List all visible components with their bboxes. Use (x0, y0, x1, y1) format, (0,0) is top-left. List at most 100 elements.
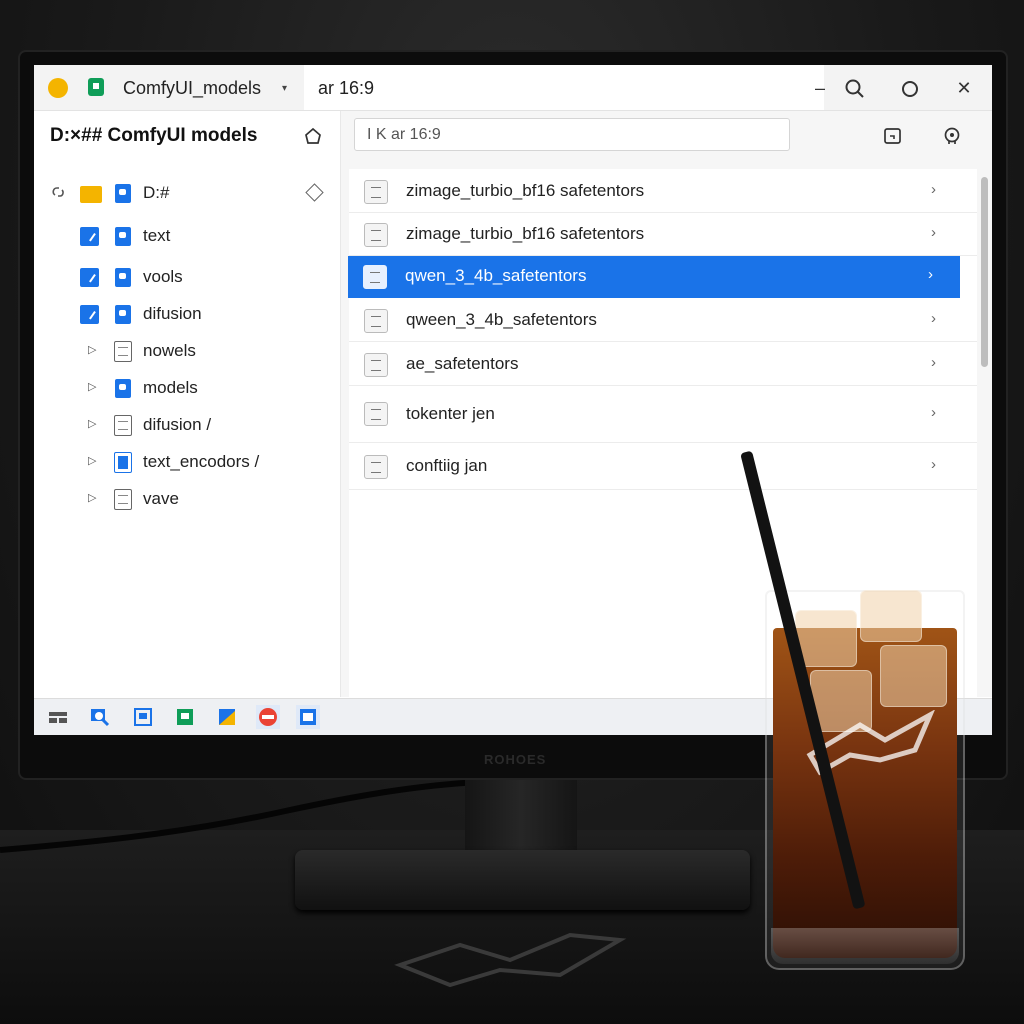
title-bar: ComfyUI_models ▾ ar 16:9 – ✕ (34, 65, 992, 111)
tree-item-vools[interactable]: vools (34, 260, 340, 294)
chevron-right-icon[interactable]: › (928, 266, 933, 283)
ice-cube (795, 610, 857, 667)
browser-app-icon[interactable] (256, 705, 280, 729)
folder-blue-icon (115, 379, 131, 398)
expand-arrow-icon[interactable]: ▷ (88, 491, 96, 504)
minimize-button[interactable]: – (802, 73, 838, 103)
file-name: zimage_turbio_bf16 safetentors (406, 181, 645, 200)
checkbox[interactable] (80, 305, 99, 324)
close-button[interactable]: ✕ (946, 73, 982, 103)
folder-blue-icon (115, 227, 131, 246)
scrollbar[interactable] (981, 177, 988, 367)
file-name: ae_safetentors (406, 354, 519, 373)
path-title: D:×## ComfyUI models (50, 125, 258, 146)
settings-icon[interactable] (940, 124, 964, 148)
expand-arrow-icon[interactable]: ▷ (88, 417, 96, 430)
sidebar: D:×## ComfyUI models D:# text vools difu… (34, 111, 341, 697)
tree-label: D:# (143, 183, 170, 202)
file-icon (364, 455, 388, 479)
file-name: qween_3_4b_safetentors (406, 310, 597, 329)
drive-icon (115, 184, 131, 203)
sheets-app-icon[interactable] (173, 705, 197, 729)
checkbox[interactable] (80, 227, 99, 246)
folder-blue-icon (115, 305, 131, 324)
file-row[interactable]: conftiig jan › (349, 443, 977, 490)
crop-icon[interactable] (881, 124, 905, 148)
monitor-neck (465, 778, 577, 858)
tree-label: difusion (143, 304, 202, 323)
search-icon[interactable] (844, 78, 866, 100)
tree-item-difusion[interactable]: difusion (34, 297, 340, 331)
file-icon (364, 353, 388, 377)
tree-label: models (143, 378, 198, 397)
chevron-right-icon[interactable]: › (931, 224, 936, 241)
file-name: zimage_turbio_bf16 safetentors (406, 224, 645, 243)
file-icon (114, 415, 132, 436)
tree-label: nowels (143, 341, 196, 360)
desk-logo-reflection (394, 932, 627, 988)
file-row[interactable]: qween_3_4b_safetentors › (349, 298, 977, 342)
file-name: qwen_3_4b_safetentors (405, 266, 587, 285)
file-row-selected[interactable]: qwen_3_4b_safetentors › (348, 256, 960, 298)
maximize-button[interactable] (899, 78, 921, 100)
file-icon (364, 223, 388, 247)
file-name: tokenter jen (406, 404, 495, 423)
chevron-right-icon[interactable]: › (931, 456, 936, 473)
folder-blue-icon (115, 268, 131, 287)
file-row[interactable]: zimage_turbio_bf16 safetentors › (349, 213, 977, 256)
tree-item-vave[interactable]: ▷ vave (34, 482, 340, 516)
start-icon[interactable] (46, 705, 70, 729)
link-icon (52, 187, 64, 197)
explorer-app-icon[interactable] (296, 705, 320, 729)
file-row[interactable]: zimage_turbio_bf16 safetentors › (349, 169, 977, 213)
tree-label: text (143, 226, 171, 245)
tree-item-nowels[interactable]: ▷ nowels (34, 334, 340, 368)
window-app-icon[interactable] (131, 705, 155, 729)
diamond-icon[interactable] (305, 183, 324, 202)
file-icon (114, 341, 132, 362)
tree-item-text-encodors[interactable]: ▷ text_encodors / (34, 445, 340, 479)
file-icon (364, 402, 388, 426)
expand-arrow-icon[interactable]: ▷ (88, 380, 96, 393)
tree-item-text[interactable]: text (34, 219, 340, 253)
chevron-right-icon[interactable]: › (931, 354, 936, 371)
file-row[interactable]: ae_safetentors › (349, 342, 977, 386)
chevron-right-icon[interactable]: › (931, 181, 936, 198)
file-icon (364, 180, 388, 204)
ice-cube (860, 590, 922, 642)
tree-item-models[interactable]: ▷ models (34, 371, 340, 405)
tree-label: difusion / (143, 415, 212, 434)
search-input[interactable] (354, 118, 790, 151)
checkbox[interactable] (80, 268, 99, 287)
tab-active[interactable] (304, 65, 824, 110)
expand-arrow-icon[interactable]: ▷ (88, 343, 96, 356)
file-icon (114, 489, 132, 510)
status-dot-icon (48, 78, 68, 98)
monitor-brand: ROHOES (484, 752, 547, 767)
tree-label: vave (143, 489, 179, 508)
monitor-stand (295, 850, 750, 910)
search-taskbar-icon[interactable] (88, 705, 112, 729)
file-icon (364, 309, 388, 333)
window-title: ComfyUI_models (123, 78, 262, 98)
folder-outline-icon (114, 452, 132, 473)
app-icon (88, 78, 104, 96)
ice-cube (880, 645, 947, 707)
file-icon (363, 265, 387, 289)
expand-arrow-icon[interactable]: ▷ (88, 454, 96, 467)
tab-label[interactable]: ar 16:9 (318, 78, 374, 99)
chevron-right-icon[interactable]: › (931, 404, 936, 421)
chevron-right-icon[interactable]: › (931, 310, 936, 327)
tree-root[interactable]: D:# (34, 176, 340, 210)
tree-label: vools (143, 267, 183, 286)
chevron-down-icon[interactable]: ▾ (282, 83, 287, 94)
file-row[interactable]: tokenter jen › (349, 386, 977, 443)
home-icon[interactable] (302, 125, 324, 147)
glass-base (771, 928, 959, 964)
tree-label: text_encodors / (143, 452, 260, 471)
folder-icon (80, 186, 102, 203)
photos-app-icon[interactable] (215, 705, 239, 729)
search-bar (341, 111, 992, 163)
file-name: conftiig jan (406, 456, 488, 475)
tree-item-difusion-2[interactable]: ▷ difusion / (34, 408, 340, 442)
